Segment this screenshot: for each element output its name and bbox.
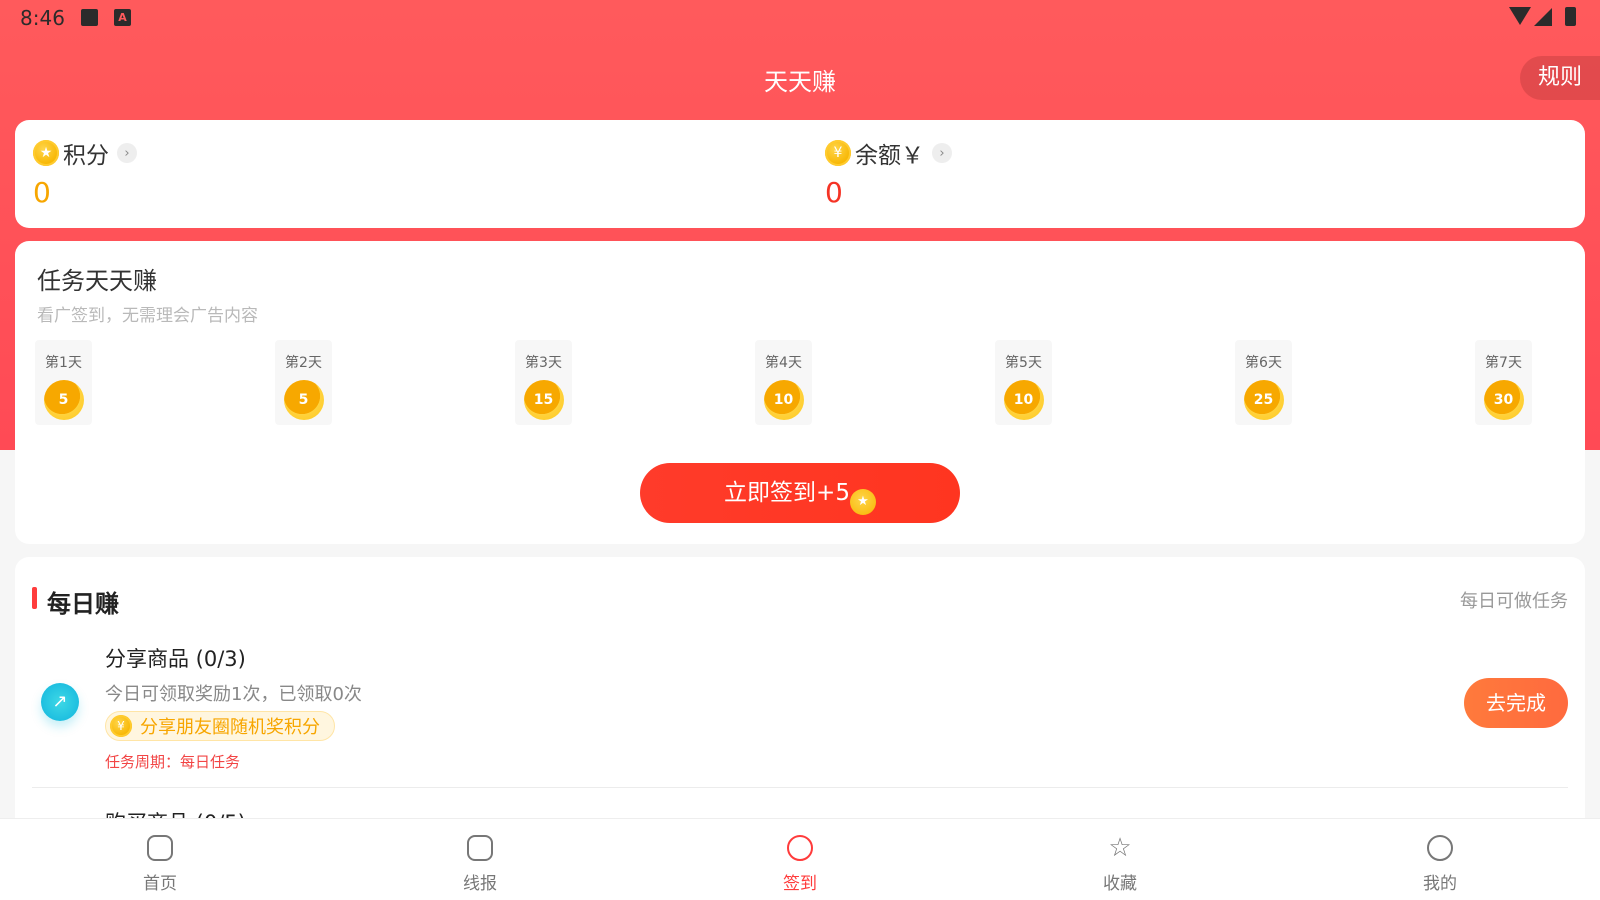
day-item-5: 第5天 10 <box>995 340 1052 425</box>
tab-home[interactable]: 首页 <box>0 819 320 900</box>
task-reward-tag: ¥ 分享朋友圈随机奖积分 <box>105 711 335 741</box>
tab-checkin[interactable]: 签到 <box>640 819 960 900</box>
day-item-1: 第1天 5 <box>35 340 92 425</box>
reward-coin-icon: 5 <box>43 380 84 420</box>
day-item-2: 第2天 5 <box>275 340 332 425</box>
task-tag-label: 分享朋友圈随机奖积分 <box>140 717 320 738</box>
balance-value: 0 <box>825 176 843 209</box>
day-item-7: 第7天 30 <box>1475 340 1532 425</box>
chevron-right-icon[interactable]: › <box>117 143 137 163</box>
day-label: 第6天 <box>1245 355 1282 371</box>
task-period: 任务周期：每日任务 <box>105 753 241 771</box>
complete-task-button[interactable]: 去完成 <box>1464 678 1568 728</box>
sign-in-label: 立即签到+5 <box>724 480 850 506</box>
reward-coin-icon: 30 <box>1483 380 1524 420</box>
battery-icon <box>1565 7 1576 26</box>
task-description: 今日可领取奖励1次，已领取0次 <box>105 684 362 705</box>
wifi-icon <box>1509 7 1531 25</box>
balance-block[interactable]: ¥ 余额￥ › 0 <box>825 138 952 209</box>
chevron-right-icon[interactable]: › <box>932 143 952 163</box>
day-label: 第7天 <box>1485 355 1522 371</box>
tab-label: 首页 <box>143 874 177 894</box>
day-item-4: 第4天 10 <box>755 340 812 425</box>
status-bar: 8:46 A <box>0 0 1600 36</box>
day-item-3: 第3天 15 <box>515 340 572 425</box>
checkin-icon <box>787 835 813 861</box>
tab-label: 签到 <box>783 874 817 894</box>
yen-coin-icon: ¥ <box>110 715 132 737</box>
signal-icon <box>1534 8 1552 26</box>
reward-coin-icon: 10 <box>1003 380 1044 420</box>
yen-coin-icon: ¥ <box>825 140 851 166</box>
gallery-notification-icon <box>81 9 98 26</box>
task-title: 分享商品 (0/3) <box>105 647 246 671</box>
reward-coin-icon: 10 <box>763 380 804 420</box>
app-notification-icon: A <box>114 9 131 26</box>
section-accent-bar <box>32 587 37 609</box>
bottom-tab-bar: 首页 线报 签到 ☆ 收藏 我的 <box>0 818 1600 900</box>
rules-button[interactable]: 规则 <box>1520 56 1600 100</box>
news-icon <box>467 835 493 861</box>
balance-label: 余额￥ <box>855 143 924 169</box>
share-icon: ↗ <box>41 683 79 721</box>
tab-label: 我的 <box>1423 874 1457 894</box>
star-coin-icon: ★ <box>849 489 876 515</box>
balance-card: ★ 积分 › 0 ¥ 余额￥ › 0 <box>15 120 1585 228</box>
reward-coin-icon: 25 <box>1243 380 1284 420</box>
tab-label: 线报 <box>463 874 497 894</box>
checkin-card: 任务天天赚 看广签到，无需理会广告内容 第1天 5 第2天 5 第3天 15 第… <box>15 241 1585 544</box>
tab-label: 收藏 <box>1103 874 1137 894</box>
page-title: 天天赚 <box>764 68 836 96</box>
home-icon <box>147 835 173 861</box>
points-label: 积分 <box>63 143 109 169</box>
day-label: 第3天 <box>525 355 562 371</box>
tab-favorites[interactable]: ☆ 收藏 <box>960 819 1280 900</box>
tab-news[interactable]: 线报 <box>320 819 640 900</box>
points-value: 0 <box>33 176 51 209</box>
checkin-subtitle: 看广签到，无需理会广告内容 <box>37 306 258 326</box>
reward-coin-icon: 5 <box>283 380 324 420</box>
status-time: 8:46 <box>20 6 65 30</box>
daily-hint: 每日可做任务 <box>1460 591 1568 612</box>
star-coin-icon: ★ <box>33 140 59 166</box>
day-label: 第5天 <box>1005 355 1042 371</box>
sign-in-button[interactable]: 立即签到+5 ★ <box>640 463 960 523</box>
day-item-6: 第6天 25 <box>1235 340 1292 425</box>
day-label: 第2天 <box>285 355 322 371</box>
points-block[interactable]: ★ 积分 › 0 <box>33 138 137 209</box>
daily-earn-card: 每日赚 每日可做任务 ↗ 分享商品 (0/3) 今日可领取奖励1次，已领取0次 … <box>15 557 1585 857</box>
profile-icon <box>1427 835 1453 861</box>
divider <box>32 787 1568 788</box>
reward-coin-icon: 15 <box>523 380 564 420</box>
day-label: 第1天 <box>45 355 82 371</box>
day-label: 第4天 <box>765 355 802 371</box>
daily-title: 每日赚 <box>47 590 119 618</box>
tab-profile[interactable]: 我的 <box>1280 819 1600 900</box>
checkin-title: 任务天天赚 <box>37 267 157 295</box>
star-icon: ☆ <box>1108 833 1132 863</box>
